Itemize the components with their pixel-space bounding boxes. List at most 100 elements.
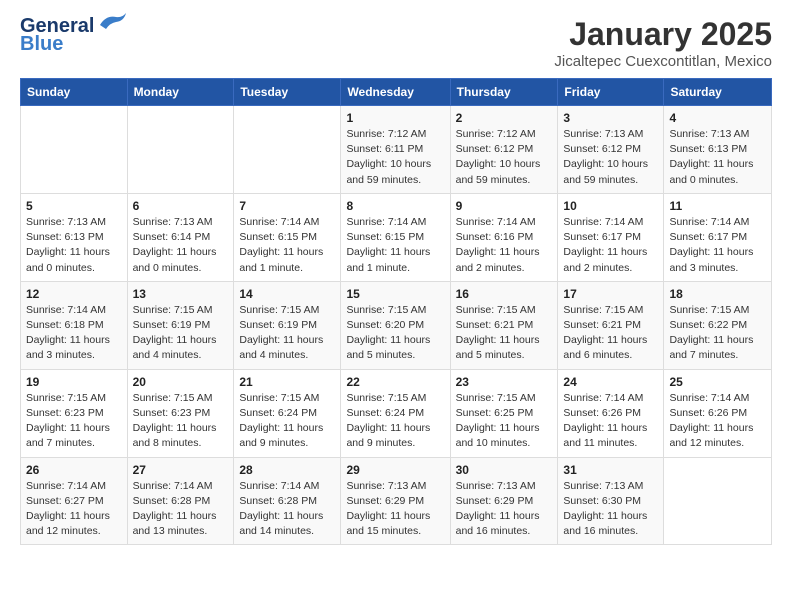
table-row: 6Sunrise: 7:13 AMSunset: 6:14 PMDaylight… bbox=[127, 193, 234, 281]
day-number: 1 bbox=[346, 111, 444, 125]
table-row: 11Sunrise: 7:14 AMSunset: 6:17 PMDayligh… bbox=[664, 193, 772, 281]
day-number: 30 bbox=[456, 463, 553, 477]
day-number: 8 bbox=[346, 199, 444, 213]
table-row: 9 Sunrise: 7:14 AMSunset: 6:16 PMDaylight… bbox=[450, 193, 558, 281]
logo: General Blue bbox=[20, 16, 128, 54]
day-number: 21 bbox=[239, 375, 335, 389]
day-number: 26 bbox=[26, 463, 122, 477]
table-row: 30Sunrise: 7:13 AMSunset: 6:29 PMDayligh… bbox=[450, 457, 558, 545]
day-info: Sunrise: 7:14 AMSunset: 6:17 PMDaylight:… bbox=[669, 215, 766, 276]
day-info: Sunrise: 7:15 AMSunset: 6:19 PMDaylight:… bbox=[239, 303, 335, 364]
day-info: Sunrise: 7:12 AMSunset: 6:12 PMDaylight:… bbox=[456, 127, 553, 188]
calendar-week-row: 26 Sunrise: 7:14 AMSunset: 6:27 PMDayligh… bbox=[21, 457, 772, 545]
day-info: Sunrise: 7:14 AMSunset: 6:27 PMDaylight:… bbox=[26, 479, 122, 540]
day-info: Sunrise: 7:12 AMSunset: 6:11 PMDaylight:… bbox=[346, 127, 444, 188]
day-info: Sunrise: 7:14 AMSunset: 6:17 PMDaylight:… bbox=[563, 215, 658, 276]
day-number: 10 bbox=[563, 199, 658, 213]
day-info: Sunrise: 7:14 AMSunset: 6:15 PMDaylight:… bbox=[239, 215, 335, 276]
day-info: Sunrise: 7:15 AMSunset: 6:19 PMDaylight:… bbox=[133, 303, 229, 364]
table-row: 26 Sunrise: 7:14 AMSunset: 6:27 PMDayligh… bbox=[21, 457, 128, 545]
day-number: 3 bbox=[563, 111, 658, 125]
day-number: 5 bbox=[26, 199, 122, 213]
day-info: Sunrise: 7:13 AMSunset: 6:14 PMDaylight:… bbox=[133, 215, 229, 276]
col-friday: Friday bbox=[558, 79, 664, 106]
table-row: 25 Sunrise: 7:14 AMSunset: 6:26 PMDayligh… bbox=[664, 369, 772, 457]
table-row: 27 Sunrise: 7:14 AMSunset: 6:28 PMDayligh… bbox=[127, 457, 234, 545]
day-number: 7 bbox=[239, 199, 335, 213]
table-row bbox=[127, 106, 234, 194]
table-row: 15 Sunrise: 7:15 AMSunset: 6:20 PMDayligh… bbox=[341, 281, 450, 369]
table-row: 19Sunrise: 7:15 AMSunset: 6:23 PMDayligh… bbox=[21, 369, 128, 457]
table-row: 1 Sunrise: 7:12 AMSunset: 6:11 PMDaylight… bbox=[341, 106, 450, 194]
day-info: Sunrise: 7:14 AMSunset: 6:26 PMDaylight:… bbox=[563, 391, 658, 452]
day-info: Sunrise: 7:14 AMSunset: 6:28 PMDaylight:… bbox=[133, 479, 229, 540]
day-info: Sunrise: 7:15 AMSunset: 6:24 PMDaylight:… bbox=[239, 391, 335, 452]
day-number: 2 bbox=[456, 111, 553, 125]
day-number: 17 bbox=[563, 287, 658, 301]
day-info: Sunrise: 7:13 AMSunset: 6:13 PMDaylight:… bbox=[26, 215, 122, 276]
table-row: 17 Sunrise: 7:15 AMSunset: 6:21 PMDayligh… bbox=[558, 281, 664, 369]
day-info: Sunrise: 7:15 AMSunset: 6:22 PMDaylight:… bbox=[669, 303, 766, 364]
table-row bbox=[664, 457, 772, 545]
day-number: 31 bbox=[563, 463, 658, 477]
day-info: Sunrise: 7:13 AMSunset: 6:29 PMDaylight:… bbox=[346, 479, 444, 540]
day-number: 14 bbox=[239, 287, 335, 301]
day-number: 23 bbox=[456, 375, 553, 389]
col-tuesday: Tuesday bbox=[234, 79, 341, 106]
table-row: 31 Sunrise: 7:13 AMSunset: 6:30 PMDayligh… bbox=[558, 457, 664, 545]
logo-blue: Blue bbox=[20, 34, 63, 54]
calendar-header-row: Sunday Monday Tuesday Wednesday Thursday… bbox=[21, 79, 772, 106]
table-row: 2 Sunrise: 7:12 AMSunset: 6:12 PMDaylight… bbox=[450, 106, 558, 194]
day-info: Sunrise: 7:15 AMSunset: 6:20 PMDaylight:… bbox=[346, 303, 444, 364]
table-row: 22Sunrise: 7:15 AMSunset: 6:24 PMDayligh… bbox=[341, 369, 450, 457]
day-number: 27 bbox=[133, 463, 229, 477]
page: General Blue January 2025 Jicaltepec Cue… bbox=[0, 0, 792, 555]
day-number: 28 bbox=[239, 463, 335, 477]
header: General Blue January 2025 Jicaltepec Cue… bbox=[20, 16, 772, 70]
day-info: Sunrise: 7:15 AMSunset: 6:23 PMDaylight:… bbox=[26, 391, 122, 452]
calendar-week-row: 19Sunrise: 7:15 AMSunset: 6:23 PMDayligh… bbox=[21, 369, 772, 457]
day-info: Sunrise: 7:15 AMSunset: 6:25 PMDaylight:… bbox=[456, 391, 553, 452]
day-number: 29 bbox=[346, 463, 444, 477]
table-row: 18 Sunrise: 7:15 AMSunset: 6:22 PMDayligh… bbox=[664, 281, 772, 369]
table-row: 12Sunrise: 7:14 AMSunset: 6:18 PMDayligh… bbox=[21, 281, 128, 369]
day-number: 15 bbox=[346, 287, 444, 301]
day-number: 16 bbox=[456, 287, 553, 301]
table-row: 14 Sunrise: 7:15 AMSunset: 6:19 PMDayligh… bbox=[234, 281, 341, 369]
day-number: 18 bbox=[669, 287, 766, 301]
table-row: 5 Sunrise: 7:13 AMSunset: 6:13 PMDaylight… bbox=[21, 193, 128, 281]
day-info: Sunrise: 7:15 AMSunset: 6:21 PMDaylight:… bbox=[563, 303, 658, 364]
col-thursday: Thursday bbox=[450, 79, 558, 106]
col-sunday: Sunday bbox=[21, 79, 128, 106]
calendar-subtitle: Jicaltepec Cuexcontitlan, Mexico bbox=[554, 53, 772, 70]
calendar-week-row: 1 Sunrise: 7:12 AMSunset: 6:11 PMDaylight… bbox=[21, 106, 772, 194]
calendar-week-row: 5 Sunrise: 7:13 AMSunset: 6:13 PMDaylight… bbox=[21, 193, 772, 281]
table-row bbox=[21, 106, 128, 194]
day-info: Sunrise: 7:14 AMSunset: 6:26 PMDaylight:… bbox=[669, 391, 766, 452]
table-row: 20 Sunrise: 7:15 AMSunset: 6:23 PMDayligh… bbox=[127, 369, 234, 457]
col-monday: Monday bbox=[127, 79, 234, 106]
day-info: Sunrise: 7:15 AMSunset: 6:23 PMDaylight:… bbox=[133, 391, 229, 452]
table-row: 3Sunrise: 7:13 AMSunset: 6:12 PMDaylight… bbox=[558, 106, 664, 194]
day-info: Sunrise: 7:13 AMSunset: 6:30 PMDaylight:… bbox=[563, 479, 658, 540]
table-row: 16Sunrise: 7:15 AMSunset: 6:21 PMDayligh… bbox=[450, 281, 558, 369]
table-row: 28 Sunrise: 7:14 AMSunset: 6:28 PMDayligh… bbox=[234, 457, 341, 545]
day-number: 25 bbox=[669, 375, 766, 389]
table-row: 7 Sunrise: 7:14 AMSunset: 6:15 PMDaylight… bbox=[234, 193, 341, 281]
col-wednesday: Wednesday bbox=[341, 79, 450, 106]
title-block: January 2025 Jicaltepec Cuexcontitlan, M… bbox=[554, 16, 772, 70]
day-info: Sunrise: 7:14 AMSunset: 6:16 PMDaylight:… bbox=[456, 215, 553, 276]
col-saturday: Saturday bbox=[664, 79, 772, 106]
calendar-title: January 2025 bbox=[554, 16, 772, 53]
table-row bbox=[234, 106, 341, 194]
table-row: 13Sunrise: 7:15 AMSunset: 6:19 PMDayligh… bbox=[127, 281, 234, 369]
day-info: Sunrise: 7:14 AMSunset: 6:15 PMDaylight:… bbox=[346, 215, 444, 276]
day-number: 20 bbox=[133, 375, 229, 389]
day-info: Sunrise: 7:14 AMSunset: 6:28 PMDaylight:… bbox=[239, 479, 335, 540]
day-number: 24 bbox=[563, 375, 658, 389]
table-row: 8 Sunrise: 7:14 AMSunset: 6:15 PMDaylight… bbox=[341, 193, 450, 281]
day-number: 9 bbox=[456, 199, 553, 213]
calendar-week-row: 12Sunrise: 7:14 AMSunset: 6:18 PMDayligh… bbox=[21, 281, 772, 369]
table-row: 24 Sunrise: 7:14 AMSunset: 6:26 PMDayligh… bbox=[558, 369, 664, 457]
day-info: Sunrise: 7:13 AMSunset: 6:13 PMDaylight:… bbox=[669, 127, 766, 188]
